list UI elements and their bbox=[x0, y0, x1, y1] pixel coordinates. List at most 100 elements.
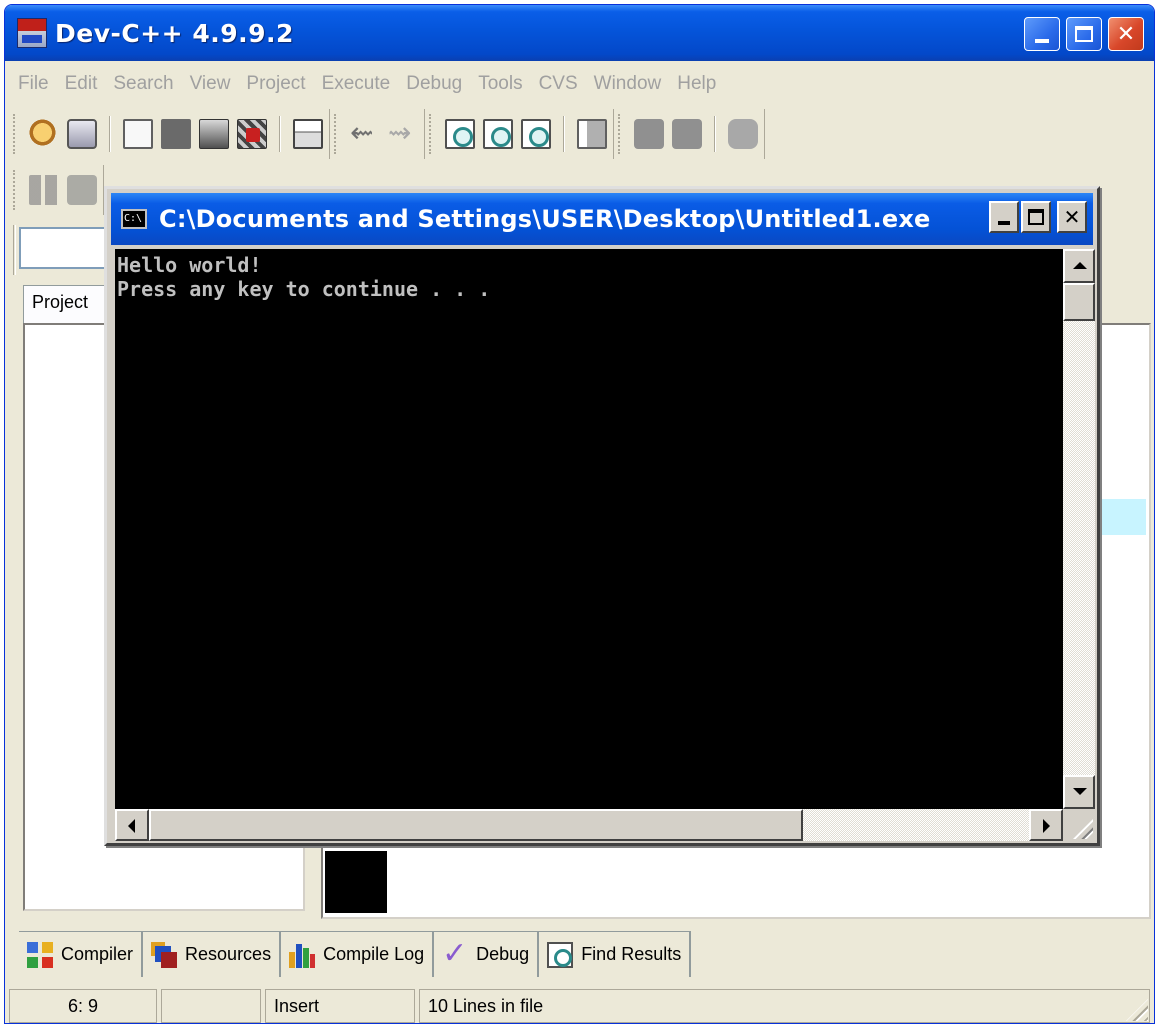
console-minimize-button[interactable] bbox=[989, 201, 1019, 233]
status-line-count: 10 Lines in file bbox=[419, 989, 1150, 1023]
tab-compiler[interactable]: Compiler bbox=[19, 932, 144, 977]
menu-edit[interactable]: Edit bbox=[60, 73, 109, 95]
tab-find-results[interactable]: Find Results bbox=[539, 932, 692, 977]
toolbar-bookmark-group bbox=[614, 109, 765, 159]
console-resize-grip[interactable] bbox=[1063, 809, 1095, 841]
menu-cvs[interactable]: CVS bbox=[534, 73, 589, 95]
open-project-icon[interactable] bbox=[29, 119, 59, 149]
close-icon: ✕ bbox=[1116, 21, 1136, 47]
toolbar-class-group bbox=[9, 165, 104, 215]
new-file-dark-icon[interactable] bbox=[161, 119, 191, 149]
menu-project[interactable]: Project bbox=[241, 73, 316, 95]
close-file-icon[interactable] bbox=[237, 119, 267, 149]
bottom-tab-bar: Compiler Resources Compile Log Debug Fin… bbox=[19, 931, 692, 977]
new-file-icon[interactable] bbox=[123, 119, 153, 149]
console-line: Press any key to continue . . . bbox=[117, 277, 491, 301]
toolbar-separator bbox=[714, 116, 716, 152]
compile-log-icon bbox=[289, 941, 316, 968]
scroll-left-icon[interactable] bbox=[115, 809, 149, 841]
toolbar-grip[interactable] bbox=[334, 114, 338, 154]
bookmark-next-icon[interactable] bbox=[672, 119, 702, 149]
menu-bar: File Edit Search View Project Execute De… bbox=[5, 63, 1154, 105]
toolbar-grip[interactable] bbox=[429, 114, 433, 154]
console-output[interactable]: Hello world! Press any key to continue . … bbox=[115, 249, 1063, 809]
window-title: Dev-C++ 4.9.9.2 bbox=[55, 18, 294, 48]
find-results-icon bbox=[547, 941, 574, 968]
close-icon: ✕ bbox=[1063, 205, 1081, 229]
save-icon[interactable] bbox=[67, 119, 97, 149]
window-controls: ✕ bbox=[1024, 17, 1144, 51]
main-title-bar[interactable]: Dev-C++ 4.9.9.2 ✕ bbox=[5, 5, 1154, 61]
tab-compile-log[interactable]: Compile Log bbox=[281, 932, 435, 977]
find-icon[interactable] bbox=[445, 119, 475, 149]
toolbar-separator bbox=[109, 116, 111, 152]
tab-project[interactable]: Project bbox=[23, 285, 109, 323]
tab-debug[interactable]: Debug bbox=[434, 932, 540, 977]
console-close-button[interactable]: ✕ bbox=[1057, 201, 1087, 233]
console-title: C:\Documents and Settings\USER\Desktop\U… bbox=[159, 205, 931, 233]
toolbar-edit-group bbox=[330, 109, 425, 159]
tab-label: Compiler bbox=[61, 944, 134, 964]
toolbar-separator bbox=[563, 116, 565, 152]
menu-window[interactable]: Window bbox=[589, 73, 673, 95]
toolbar-grip[interactable] bbox=[13, 170, 17, 210]
class-combo-box[interactable] bbox=[19, 227, 109, 269]
console-maximize-button[interactable] bbox=[1021, 201, 1051, 233]
find-next-icon[interactable] bbox=[521, 119, 551, 149]
goto-line-icon[interactable] bbox=[577, 119, 607, 149]
menu-help[interactable]: Help bbox=[672, 73, 727, 95]
toolbar-search-group bbox=[425, 109, 614, 159]
scroll-down-icon[interactable] bbox=[1063, 775, 1095, 809]
vertical-scrollbar[interactable] bbox=[1063, 249, 1095, 809]
editor-gutter-block bbox=[325, 851, 387, 913]
horizontal-scroll-thumb[interactable] bbox=[149, 809, 803, 841]
status-modified bbox=[161, 989, 261, 1023]
undo-icon[interactable] bbox=[350, 116, 380, 149]
toggle-icon[interactable] bbox=[728, 119, 758, 149]
tab-label: Debug bbox=[476, 944, 530, 964]
menu-execute[interactable]: Execute bbox=[317, 73, 402, 95]
devcpp-logo-icon bbox=[17, 18, 47, 48]
tab-label: Compile Log bbox=[323, 944, 425, 964]
maximize-icon bbox=[1028, 209, 1044, 225]
toolbar-file-group bbox=[9, 109, 330, 159]
redo-icon[interactable] bbox=[388, 116, 418, 149]
menu-search[interactable]: Search bbox=[108, 73, 184, 95]
menu-file[interactable]: File bbox=[13, 73, 60, 95]
cmd-icon[interactable]: C:\ bbox=[121, 209, 147, 229]
menu-debug[interactable]: Debug bbox=[401, 73, 473, 95]
compiler-icon bbox=[27, 941, 53, 968]
save-all-icon[interactable] bbox=[199, 119, 229, 149]
console-line: Hello world! bbox=[117, 253, 262, 277]
menu-tools[interactable]: Tools bbox=[473, 73, 533, 95]
menu-view[interactable]: View bbox=[185, 73, 242, 95]
class-browser-icon[interactable] bbox=[29, 175, 59, 205]
toolbar-separator bbox=[13, 225, 16, 275]
debug-icon bbox=[442, 936, 468, 971]
replace-icon[interactable] bbox=[483, 119, 513, 149]
minimize-button[interactable] bbox=[1024, 17, 1060, 51]
close-button[interactable]: ✕ bbox=[1108, 17, 1144, 51]
tab-resources[interactable]: Resources bbox=[143, 932, 282, 977]
main-toolbar bbox=[9, 107, 765, 161]
status-bar: 6: 9 Insert 10 Lines in file bbox=[9, 989, 1150, 1023]
tab-label: Find Results bbox=[581, 944, 682, 964]
status-insert-mode: Insert bbox=[265, 989, 415, 1023]
scroll-right-icon[interactable] bbox=[1029, 809, 1063, 841]
console-title-bar[interactable]: C:\ C:\Documents and Settings\USER\Deskt… bbox=[111, 193, 1093, 245]
tab-label: Resources bbox=[185, 944, 272, 964]
bookmark-icon[interactable] bbox=[634, 119, 664, 149]
console-window: C:\ C:\Documents and Settings\USER\Deskt… bbox=[104, 186, 1100, 846]
toolbar-separator bbox=[279, 116, 281, 152]
vertical-scroll-thumb[interactable] bbox=[1063, 283, 1095, 321]
toolbar-grip[interactable] bbox=[618, 114, 622, 154]
editor-line-highlight bbox=[1102, 499, 1146, 535]
secondary-toolbar bbox=[9, 163, 104, 217]
toolbar-grip[interactable] bbox=[13, 114, 17, 154]
print-icon[interactable] bbox=[293, 119, 323, 149]
maximize-icon bbox=[1075, 26, 1093, 42]
maximize-button[interactable] bbox=[1066, 17, 1102, 51]
class-icon[interactable] bbox=[67, 175, 97, 205]
horizontal-scrollbar[interactable] bbox=[115, 809, 1063, 841]
scroll-up-icon[interactable] bbox=[1063, 249, 1095, 283]
